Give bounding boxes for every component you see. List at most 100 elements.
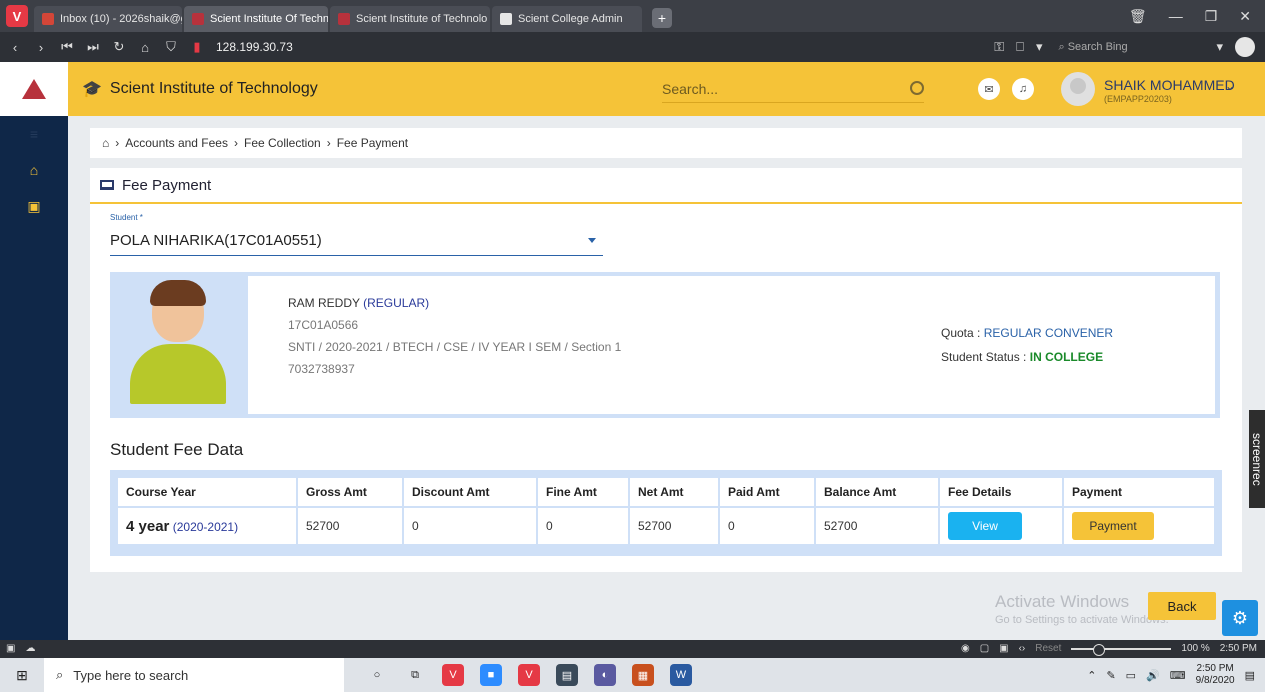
tab-scient-1[interactable]: Scient Institute Of Technolo xyxy=(184,6,328,32)
zoom-slider[interactable] xyxy=(1071,643,1172,656)
restore-icon[interactable]: ❐ xyxy=(1205,8,1218,25)
payment-button[interactable]: Payment xyxy=(1072,512,1154,540)
cell-discount: 0 xyxy=(404,508,536,544)
dropdown-icon[interactable]: ▾ xyxy=(1216,39,1223,55)
search-bing-field[interactable]: ⌕ Search Bing xyxy=(1054,37,1204,57)
student-select[interactable]: POLA NIHARIKA(17C01A0551) xyxy=(110,226,603,256)
windows-taskbar: ⊞ ⌕ Type here to search ○ ⧉ V ■ V ▤ ◐ ▦ … xyxy=(0,658,1265,692)
trash-icon[interactable]: 🗑 xyxy=(1129,8,1147,25)
bell-icon[interactable]: ♫ xyxy=(1012,78,1034,100)
battery-icon[interactable]: ▭ xyxy=(1126,669,1136,682)
course-year: 4 year xyxy=(126,517,170,535)
view-button[interactable]: View xyxy=(948,512,1022,540)
keyboard-icon[interactable]: ⌨ xyxy=(1170,669,1186,682)
window-icon[interactable]: ▢ xyxy=(980,643,989,654)
cell-payment: Payment xyxy=(1064,508,1214,544)
table-row: 4 year (2020-2021) 52700 0 0 52700 0 527… xyxy=(118,508,1214,544)
tab-scient-2[interactable]: Scient Institute of Technolo xyxy=(330,6,490,32)
col-fee-details: Fee Details xyxy=(940,478,1062,506)
volume-icon[interactable]: 🔊 xyxy=(1146,669,1160,682)
clock[interactable]: 2:50 PM 9/8/2020 xyxy=(1196,663,1235,687)
home-icon[interactable]: ⌂ xyxy=(134,40,156,55)
student-photo xyxy=(130,280,226,404)
avatar[interactable] xyxy=(1061,72,1095,106)
screenrec-widget[interactable]: screenrec xyxy=(1249,410,1265,508)
search-icon: ⌕ xyxy=(1058,40,1068,53)
student-profile-card: RAM REDDY (REGULAR) 17C01A0566 SNTI / 20… xyxy=(110,272,1220,418)
college-icon xyxy=(338,13,350,25)
status-label: Student Status : xyxy=(941,350,1030,364)
cloud-icon[interactable]: ☁ xyxy=(25,643,35,654)
task-view-icon[interactable]: ⧉ xyxy=(404,664,426,686)
vivaldi-logo-icon[interactable]: V xyxy=(6,5,28,27)
cell-course-year: 4 year (2020-2021) xyxy=(118,508,296,544)
key-icon[interactable]: ⚿ xyxy=(994,39,1004,55)
tab-label: Scient Institute Of Technolo xyxy=(210,13,328,25)
vivaldi-icon[interactable]: V xyxy=(518,664,540,686)
search-icon[interactable] xyxy=(910,81,924,95)
breadcrumb-accounts[interactable]: Accounts and Fees xyxy=(125,136,228,150)
taskbar-search[interactable]: ⌕ Type here to search xyxy=(44,658,344,692)
camera-icon[interactable]: ◉ xyxy=(961,643,970,654)
mail-icon[interactable]: ✉ xyxy=(978,78,1000,100)
word-icon[interactable]: W xyxy=(670,664,692,686)
reload-icon[interactable]: ↻ xyxy=(108,39,130,55)
notification-icon[interactable]: ▤ xyxy=(1245,669,1255,682)
store-icon[interactable]: ▤ xyxy=(556,664,578,686)
user-name[interactable]: SHAIK MOHAMMED xyxy=(1104,78,1235,92)
back-button[interactable]: Back xyxy=(1148,592,1216,620)
minimize-icon[interactable]: — xyxy=(1169,8,1183,24)
fees-nav-icon[interactable]: ▣ xyxy=(0,188,68,224)
home-nav-icon[interactable]: ⌂ xyxy=(0,152,68,188)
tab-gmail[interactable]: Inbox (10) - 2026shaik@gm xyxy=(34,6,182,32)
cell-fee-details: View xyxy=(940,508,1062,544)
eclipse-icon[interactable]: ◐ xyxy=(594,664,616,686)
back-icon[interactable]: ‹ xyxy=(4,40,26,55)
activate-windows-sub: Go to Settings to activate Windows. xyxy=(995,614,1169,626)
url-field[interactable]: 128.199.30.73 xyxy=(216,40,293,54)
panel-toggle-icon[interactable]: ▣ xyxy=(6,643,15,654)
header-search-input[interactable]: Search... xyxy=(662,75,924,103)
rewind-icon[interactable]: ⏮ xyxy=(56,39,78,55)
menu-toggle-icon[interactable]: ≡ xyxy=(0,116,68,152)
shield-icon[interactable]: ⛉ xyxy=(160,39,182,55)
pen-icon[interactable]: ✎ xyxy=(1106,669,1115,682)
bookmark-icon[interactable]: ⎕ xyxy=(1016,39,1024,55)
gear-icon[interactable]: ⚙ xyxy=(1222,600,1258,636)
taskbar-search-placeholder: Type here to search xyxy=(73,667,189,683)
col-net: Net Amt xyxy=(630,478,718,506)
chevron-down-icon[interactable] xyxy=(588,238,596,243)
forward-icon[interactable]: › xyxy=(30,40,52,55)
lock-icon: ▮ xyxy=(193,39,201,54)
windows-start-icon[interactable]: ⊞ xyxy=(0,658,44,692)
cortana-icon[interactable]: ○ xyxy=(366,664,388,686)
cell-balance: 52700 xyxy=(816,508,938,544)
new-tab-button[interactable]: + xyxy=(652,8,672,28)
fast-forward-icon[interactable]: ⏭ xyxy=(82,39,104,55)
brand-name: Scient Institute of Technology xyxy=(109,80,318,97)
chevron-down-icon[interactable]: ▾ xyxy=(1036,39,1043,55)
page-icon xyxy=(500,13,512,25)
col-gross: Gross Amt xyxy=(298,478,402,506)
tab-admin[interactable]: Scient College Admin xyxy=(492,6,642,32)
close-icon[interactable]: ✕ xyxy=(1239,8,1251,25)
chevron-down-icon[interactable]: ⌄ xyxy=(1225,79,1235,93)
code-icon[interactable]: ‹› xyxy=(1019,643,1026,654)
college-logo[interactable] xyxy=(0,62,68,116)
quota: Quota : REGULAR CONVENER xyxy=(941,326,1113,340)
profile-icon[interactable] xyxy=(1235,37,1255,57)
zoom-icon[interactable]: ■ xyxy=(480,664,502,686)
brand[interactable]: 🎓 Scient Institute of Technology xyxy=(82,79,318,99)
app-sidebar: ≡ ⌂ ▣ xyxy=(0,62,68,640)
gmail-icon xyxy=(42,13,54,25)
chevron-up-icon[interactable]: ⌃ xyxy=(1087,669,1096,682)
image-icon[interactable]: ▣ xyxy=(999,643,1008,654)
home-icon[interactable]: ⌂ xyxy=(102,136,109,150)
presentation-icon[interactable]: ▦ xyxy=(632,664,654,686)
panel-title-text: Fee Payment xyxy=(122,176,212,194)
address-bar: ‹ › ⏮ ⏭ ↻ ⌂ ⛉ ▮ 128.199.30.73 ⚿ ⎕ ▾ ⌕ Se… xyxy=(0,32,1265,62)
reset-zoom-label[interactable]: Reset xyxy=(1035,643,1061,654)
laptop-icon xyxy=(100,180,114,190)
vivaldi-icon[interactable]: V xyxy=(442,664,464,686)
breadcrumb-fee-collection[interactable]: Fee Collection xyxy=(244,136,321,150)
